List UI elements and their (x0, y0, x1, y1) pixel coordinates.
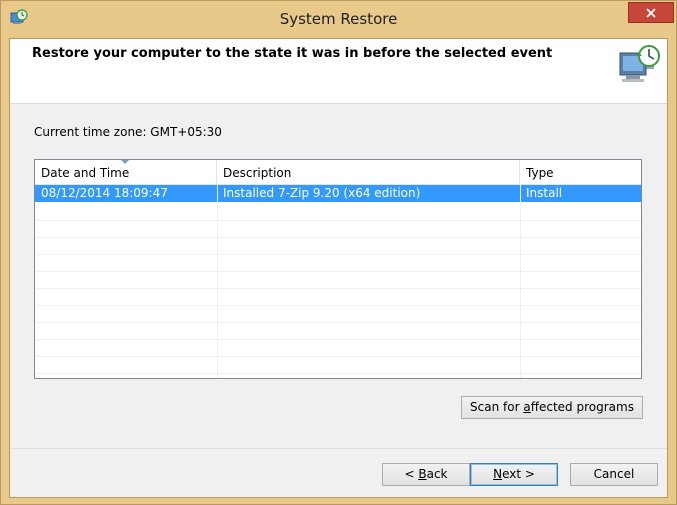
window-title: System Restore (279, 10, 398, 28)
cancel-label: Cancel (593, 467, 635, 481)
column-description-label: Description (223, 166, 292, 180)
close-button[interactable] (628, 2, 674, 23)
table-row[interactable]: 08/12/2014 18:09:47 Installed 7-Zip 9.20… (35, 185, 641, 202)
close-icon (646, 7, 656, 18)
footer-separator (10, 448, 667, 449)
sort-descending-icon (121, 160, 129, 164)
row-description: Installed 7-Zip 9.20 (x64 edition) (223, 186, 421, 200)
list-header: Date and Time Description Type (35, 160, 641, 185)
column-gridline (217, 184, 218, 378)
computer-restore-icon (619, 45, 660, 82)
row-date-time: 08/12/2014 18:09:47 (41, 186, 168, 200)
header-instruction: Restore your computer to the state it wa… (32, 46, 553, 61)
row-gridline (35, 220, 641, 221)
cancel-button[interactable]: Cancel (570, 463, 658, 486)
row-gridline (35, 271, 641, 272)
title-bar[interactable]: System Restore (1, 1, 676, 37)
wizard-body: Restore your computer to the state it wa… (9, 38, 668, 498)
current-time-zone: Current time zone: GMT+05:30 (34, 125, 222, 139)
row-gridline (35, 305, 641, 306)
row-gridline (35, 373, 641, 374)
next-label-accel: N (493, 467, 503, 481)
column-gridline (520, 184, 521, 378)
column-date-time[interactable]: Date and Time (35, 160, 217, 184)
restore-points-list[interactable]: Date and Time Description Type 08/12/201… (34, 159, 642, 379)
scan-label-pre: Scan for (470, 400, 524, 414)
column-description[interactable]: Description (217, 160, 520, 184)
column-type-label: Type (526, 166, 554, 180)
row-gridline (35, 339, 641, 340)
system-restore-window: System Restore Restore your computer to … (0, 0, 677, 505)
next-button[interactable]: Next > (470, 463, 558, 486)
scan-label-accel: a (523, 400, 531, 414)
row-gridline (35, 288, 641, 289)
back-label-post: ack (426, 467, 448, 481)
back-label-accel: B (418, 467, 427, 481)
column-type[interactable]: Type (520, 160, 641, 184)
row-gridline (35, 254, 641, 255)
back-button[interactable]: < Back (382, 463, 470, 486)
next-label-post: ext > (502, 467, 535, 481)
row-gridline (35, 356, 641, 357)
scan-affected-programs-button[interactable]: Scan for affected programs (461, 396, 643, 419)
row-gridline (35, 322, 641, 323)
scan-label-post: ffected programs (530, 400, 634, 414)
wizard-header: Restore your computer to the state it wa… (10, 39, 667, 104)
row-type: Install (526, 186, 563, 200)
column-date-time-label: Date and Time (41, 166, 130, 180)
row-gridline (35, 237, 641, 238)
back-label-pre: < (404, 467, 419, 481)
